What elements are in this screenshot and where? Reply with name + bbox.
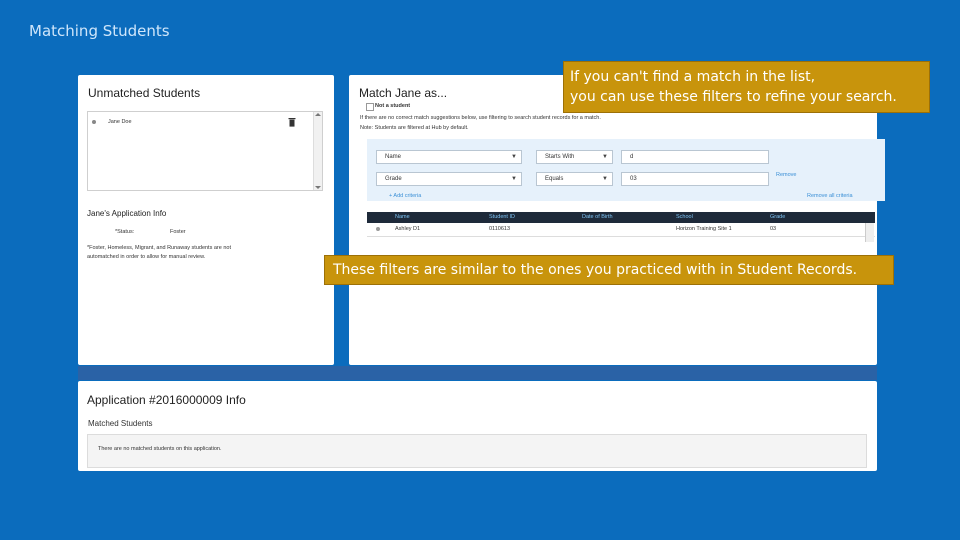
- cell-grade: 03: [770, 226, 777, 232]
- matched-students-label: Matched Students: [88, 419, 153, 428]
- filter-band: Name ▼ Starts With ▼ d Grade ▼ Equals ▼ 03 R…: [367, 139, 885, 201]
- cell-name: Ashley D1: [395, 226, 421, 232]
- match-panel: Match Jane as... Not a student If there …: [349, 75, 885, 365]
- filter-field-select[interactable]: Grade ▼: [376, 172, 522, 186]
- automatch-note-line2: automatched in order to allow for manual…: [87, 254, 206, 260]
- remove-all-criteria-link[interactable]: Remove all criteria: [807, 193, 853, 199]
- column-header[interactable]: Date of Birth: [582, 214, 613, 220]
- slide-title: Matching Students: [29, 22, 170, 40]
- column-header[interactable]: Student ID: [489, 214, 515, 220]
- add-criteria-link[interactable]: + Add criteria: [389, 193, 421, 199]
- section-divider: [78, 366, 877, 380]
- trash-icon[interactable]: [288, 117, 296, 127]
- column-header[interactable]: Name: [395, 214, 410, 220]
- not-student-label: Not a student: [375, 103, 411, 109]
- match-help-line1: If there are no correct match suggestion…: [360, 115, 601, 121]
- filter-field-select[interactable]: Name ▼: [376, 150, 522, 164]
- column-header[interactable]: Grade: [770, 214, 785, 220]
- chevron-down-icon: ▼: [511, 154, 517, 160]
- scroll-down-icon[interactable]: [315, 186, 321, 189]
- filters-similar-text: These filters are similar to the ones yo…: [333, 262, 858, 278]
- table-row[interactable]: Ashley D1 0110613 Horizon Training Site …: [367, 223, 875, 237]
- unmatched-list[interactable]: Jane Doe: [87, 111, 323, 191]
- table-scrollbar[interactable]: [865, 223, 874, 242]
- table-header: Name Student ID Date of Birth School Gra…: [367, 212, 875, 223]
- filter-tip-callout: If you can't find a match in the list, y…: [563, 61, 930, 113]
- automatch-note-line1: *Foster, Homeless, Migrant, and Runaway …: [87, 245, 231, 251]
- list-scrollbar[interactable]: [313, 112, 322, 190]
- filter-operator-select[interactable]: Starts With ▼: [536, 150, 613, 164]
- student-list-item[interactable]: Jane Doe: [88, 116, 308, 130]
- status-value: Foster: [170, 229, 186, 235]
- not-student-checkbox[interactable]: [366, 103, 374, 111]
- empty-message: There are no matched students on this ap…: [98, 446, 222, 452]
- radio-icon[interactable]: [92, 120, 96, 124]
- chevron-down-icon: ▼: [602, 176, 608, 182]
- chevron-down-icon: ▼: [602, 154, 608, 160]
- application-info-panel: Application #2016000009 Info Matched Stu…: [78, 381, 877, 471]
- filter-operator-select[interactable]: Equals ▼: [536, 172, 613, 186]
- cell-student-id: 0110613: [489, 226, 511, 232]
- status-label: *Status:: [115, 229, 135, 235]
- results-table: Name Student ID Date of Birth School Gra…: [367, 212, 875, 242]
- chevron-down-icon: ▼: [511, 176, 517, 182]
- row-radio-icon[interactable]: [376, 227, 380, 231]
- remove-filter-link[interactable]: Remove: [776, 172, 796, 178]
- unmatched-title: Unmatched Students: [88, 86, 201, 100]
- filter-value-input[interactable]: d: [621, 150, 769, 164]
- filters-similar-callout: These filters are similar to the ones yo…: [324, 255, 894, 285]
- matched-students-box: There are no matched students on this ap…: [87, 434, 867, 468]
- filter-value-input[interactable]: 03: [621, 172, 769, 186]
- cell-school: Horizon Training Site 1: [676, 226, 732, 232]
- application-info-heading: Jane's Application Info: [87, 209, 167, 218]
- unmatched-students-panel: Unmatched Students Jane Doe Jane's Appli…: [78, 75, 334, 365]
- scroll-up-icon[interactable]: [315, 113, 321, 116]
- match-help-line2: Note: Students are filtered at Hub by de…: [360, 125, 469, 131]
- student-name: Jane Doe: [108, 119, 132, 125]
- filter-tip-line1: If you can't find a match in the list,: [570, 69, 816, 85]
- column-header[interactable]: School: [676, 214, 693, 220]
- filter-tip-line2: you can use these filters to refine your…: [570, 89, 897, 105]
- match-title: Match Jane as...: [359, 86, 448, 100]
- application-title: Application #2016000009 Info: [87, 393, 246, 407]
